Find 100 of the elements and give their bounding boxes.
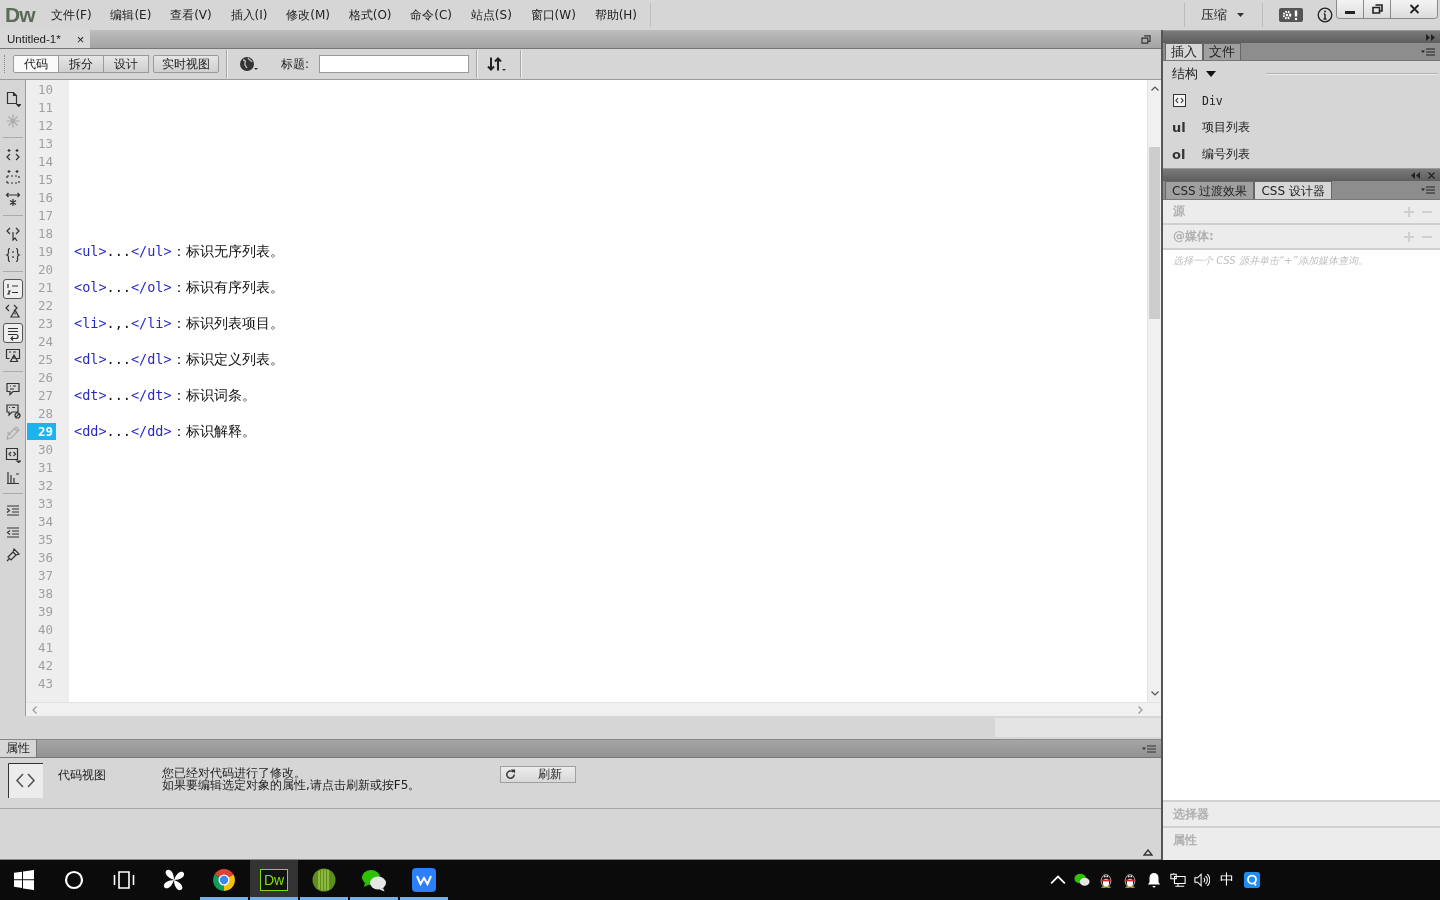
line-number: 15: [36, 170, 54, 188]
view-button[interactable]: 拆分: [59, 55, 104, 73]
chat-bubbles-icon[interactable]: [1074, 872, 1090, 888]
line-number: 30: [36, 440, 54, 458]
view-button[interactable]: 代码: [13, 55, 59, 73]
info-icon[interactable]: [1317, 7, 1333, 23]
line-number: 27: [36, 386, 54, 404]
screen-warning-icon[interactable]: [4, 347, 21, 363]
penguin-icon[interactable]: [1098, 872, 1114, 888]
network-icon[interactable]: [1170, 872, 1186, 888]
line-number: 12: [36, 116, 54, 134]
line-number: 18: [36, 224, 54, 242]
view-button[interactable]: 设计: [104, 55, 149, 73]
zigzag-tile-icon: [412, 868, 436, 892]
line-number: 14: [36, 152, 54, 170]
braces-icon[interactable]: [4, 247, 21, 263]
bell-icon[interactable]: [1146, 872, 1162, 888]
double-arrow-icon[interactable]: [1426, 33, 1435, 41]
view-button[interactable]: 实时视图: [153, 55, 219, 73]
close-icon[interactable]: [1428, 171, 1435, 179]
code-line: <dd>...</dd>：标识解释。: [74, 423, 256, 439]
double-arrow-icon[interactable]: [1411, 171, 1420, 179]
line-number: 20: [36, 260, 54, 278]
line-number: 28: [36, 404, 54, 422]
document-icon[interactable]: [4, 91, 21, 107]
volume-icon[interactable]: [1194, 872, 1210, 888]
ring-tile-icon[interactable]: [1244, 872, 1260, 888]
close-button[interactable]: [1391, 0, 1437, 18]
line-number: 11: [36, 98, 54, 116]
restore-icon[interactable]: [1141, 34, 1151, 44]
menu-item[interactable]: 帮助(H): [593, 6, 638, 24]
menu-item[interactable]: 文件(F): [50, 6, 93, 24]
insert-item[interactable]: Div: [1172, 87, 1440, 114]
bar-chart-icon[interactable]: [4, 469, 21, 485]
wrap-lines-icon[interactable]: [2, 323, 23, 343]
insert-item-label: Div: [1202, 93, 1223, 108]
minimize-button[interactable]: [1337, 0, 1364, 18]
penguin-icon[interactable]: [1122, 872, 1138, 888]
menu-item[interactable]: 格式(O): [347, 6, 393, 24]
menu-item[interactable]: 查看(V): [169, 6, 213, 24]
restore-button[interactable]: [1364, 0, 1391, 18]
menu-item[interactable]: 修改(M): [285, 6, 331, 24]
code-area[interactable]: <ul>...</ul>：标识无序列表。 <ol>...</ol>：标识有序列表。 <li>.,.</li>：标识列表项目。 <dl>...</dl>：标识定义列表。 <dt>...</dt>：标识词条。 <dd>...</dd>：标识解释。: [69, 80, 1147, 702]
menu-item[interactable]: 编辑(E): [109, 6, 153, 24]
menu-item[interactable]: 窗口(W): [529, 6, 577, 24]
document-tab[interactable]: Untitled-1* ×: [0, 30, 91, 48]
dashed-box-icon[interactable]: [4, 169, 21, 185]
scroll-down-icon[interactable]: [1150, 691, 1159, 696]
menu-item[interactable]: 插入(I): [229, 6, 269, 24]
restore-icon: [1371, 4, 1383, 14]
line-number: 23: [36, 314, 54, 332]
scrollbar-thumb[interactable]: [1149, 147, 1160, 319]
panel-tab[interactable]: 属性: [0, 740, 37, 757]
chat-bubbles-icon: [361, 868, 387, 892]
expand-triangle-icon[interactable]: [1143, 849, 1153, 856]
outdent-icon[interactable]: [4, 525, 21, 541]
code-line: <dt>...</dt>：标识词条。: [74, 387, 256, 403]
tag-abbreviation: ol: [1172, 147, 1186, 162]
menu-item[interactable]: 命令(C): [409, 6, 454, 24]
brush-icon[interactable]: [4, 547, 21, 563]
line-number: 25: [36, 350, 54, 368]
panel-tab[interactable]: CSS 设计器: [1254, 181, 1332, 199]
ring-icon: [64, 870, 84, 890]
menu-item[interactable]: 站点(S): [469, 6, 513, 24]
section-title: 选择器: [1173, 805, 1209, 823]
line-number: 21: [36, 278, 54, 296]
workspace-switcher[interactable]: 压缩: [1191, 4, 1258, 26]
insert-item[interactable]: ol 编号列表: [1172, 141, 1440, 168]
indent-icon[interactable]: [4, 503, 21, 519]
numbered-lines-icon[interactable]: [2, 279, 23, 299]
code-box-icon[interactable]: [4, 447, 21, 463]
title-field[interactable]: [319, 55, 470, 73]
chevrons-plus-icon[interactable]: [4, 147, 21, 163]
arrows-asterisk-icon[interactable]: [4, 191, 21, 207]
line-number: 16: [36, 188, 54, 206]
input-method-indicator[interactable]: 中: [1220, 871, 1234, 889]
panel-tab[interactable]: 文件: [1203, 43, 1241, 60]
section-title: 源: [1173, 203, 1185, 220]
globe-icon[interactable]: [239, 56, 259, 72]
line-number: 35: [36, 530, 54, 548]
chevrons-warning-icon[interactable]: [4, 303, 21, 319]
scroll-up-icon[interactable]: [1150, 86, 1159, 91]
taskbar-button[interactable]: Dw: [250, 860, 298, 900]
sort-arrows-icon[interactable]: [487, 56, 508, 72]
chevrons-cursor-icon[interactable]: [4, 225, 21, 241]
bubble-slash-icon[interactable]: [4, 403, 21, 419]
category-dropdown[interactable]: 结构: [1172, 65, 1216, 83]
speech-bubble-icon[interactable]: [4, 381, 21, 397]
panel-tab[interactable]: CSS 过渡效果: [1165, 181, 1255, 199]
line-number: 41: [36, 638, 54, 656]
vertical-scrollbar[interactable]: [1147, 80, 1161, 702]
caret-icon: [1237, 13, 1244, 17]
gear-alert-icon[interactable]: [1279, 8, 1303, 22]
refresh-button[interactable]: 刷新: [500, 766, 576, 783]
line-number: 34: [36, 512, 54, 530]
panel-tab[interactable]: 插入: [1165, 43, 1203, 60]
insert-item-label: 编号列表: [1202, 147, 1250, 162]
code-line: <dl>...</dl>：标识定义列表。: [74, 351, 284, 367]
insert-item-label: 项目列表: [1202, 120, 1250, 135]
insert-item[interactable]: ul 项目列表: [1172, 114, 1440, 141]
